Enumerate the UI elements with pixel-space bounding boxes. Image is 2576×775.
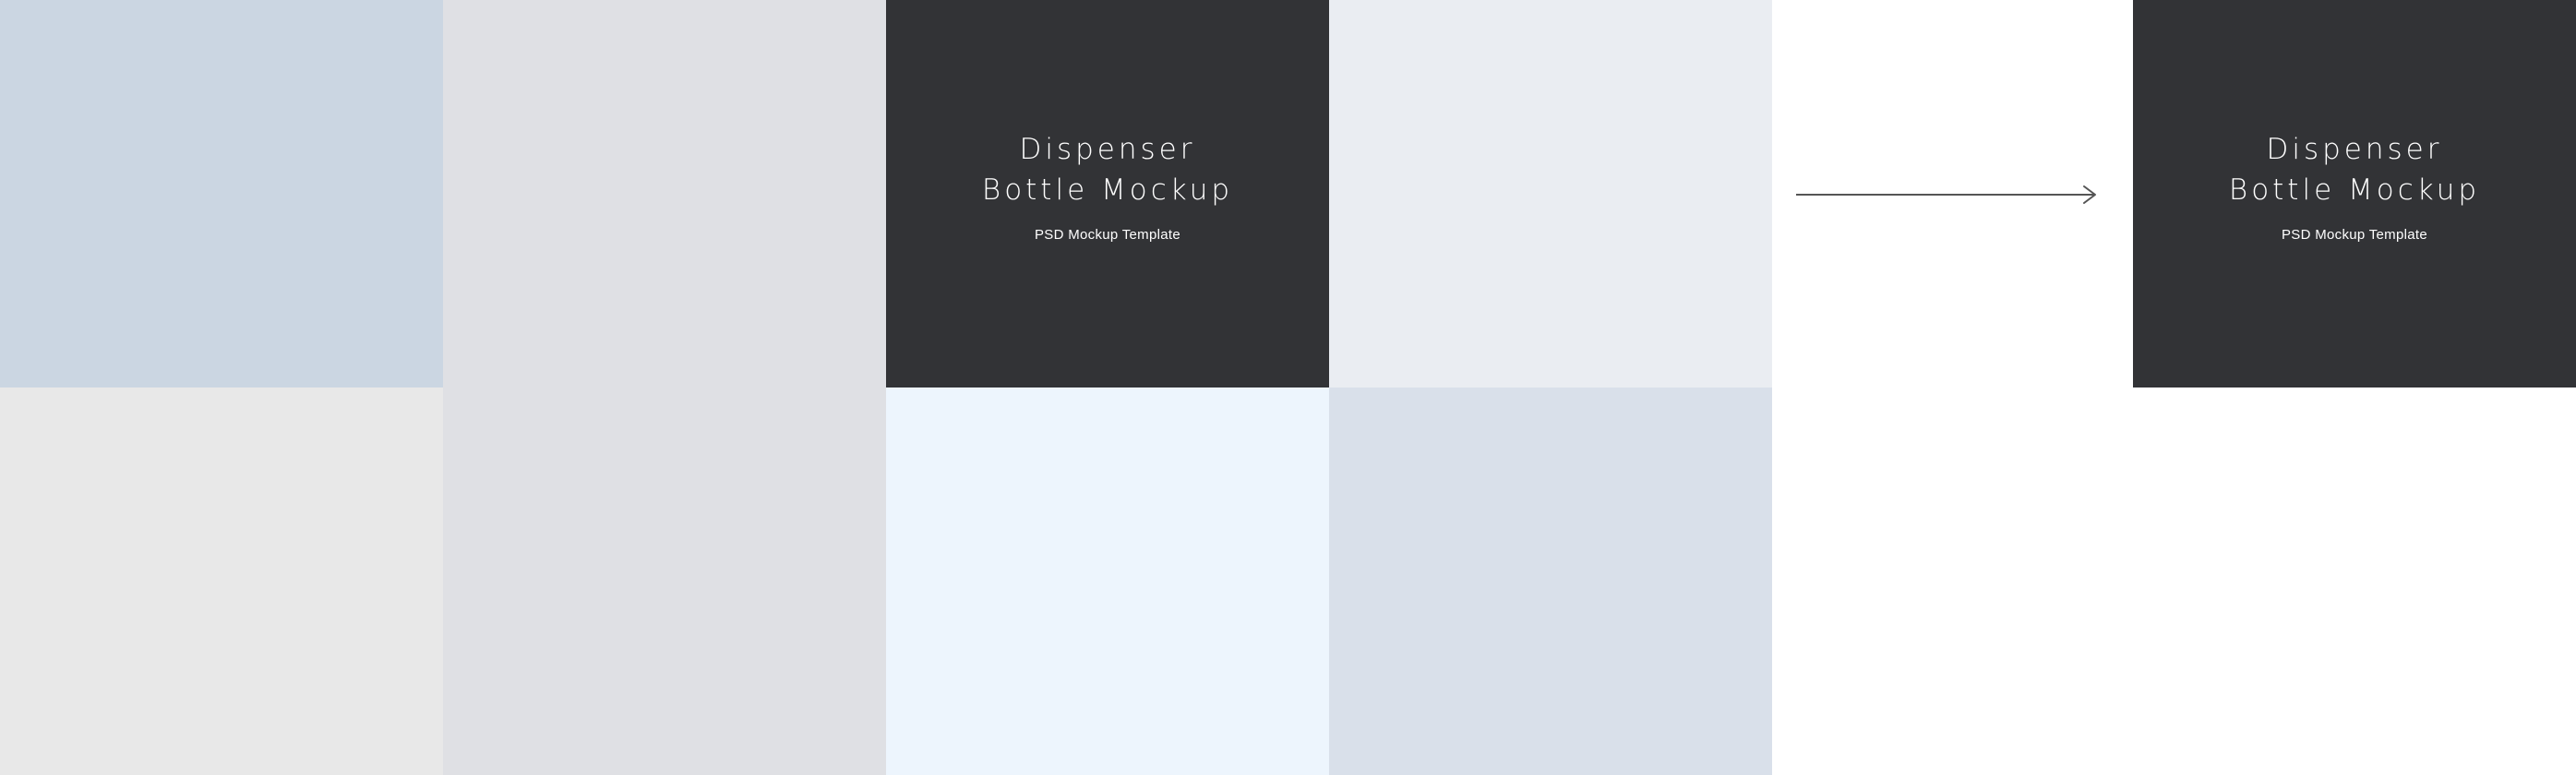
- swatch-neutral-gray: [0, 388, 443, 775]
- card-title: Dispenser Bottle Mockup: [982, 129, 1233, 210]
- color-palette-board: Dispenser Bottle Mockup PSD Mockup Templ…: [0, 0, 2576, 775]
- card-title: Dispenser Bottle Mockup: [2229, 129, 2480, 210]
- swatch-light-blue-gray: [0, 0, 443, 388]
- card-title-line2: Bottle Mockup: [2228, 173, 2481, 207]
- card-title-line1: Dispenser: [2266, 132, 2443, 166]
- card-subtitle: PSD Mockup Template: [2282, 226, 2427, 243]
- title-card-left: Dispenser Bottle Mockup PSD Mockup Templ…: [886, 0, 1329, 388]
- card-subtitle: PSD Mockup Template: [1035, 226, 1180, 243]
- swatch-steel-blue-gray: [1329, 388, 1772, 775]
- swatch-light-gray-tall: [443, 0, 886, 775]
- card-title-line1: Dispenser: [1019, 132, 1196, 166]
- swatch-ice-blue: [886, 388, 1329, 775]
- arrow-right-icon: [1796, 185, 2096, 204]
- card-title-line2: Bottle Mockup: [981, 173, 1234, 207]
- title-card-right: Dispenser Bottle Mockup PSD Mockup Templ…: [2133, 0, 2576, 388]
- swatch-pale-gray-blue: [1329, 0, 1772, 388]
